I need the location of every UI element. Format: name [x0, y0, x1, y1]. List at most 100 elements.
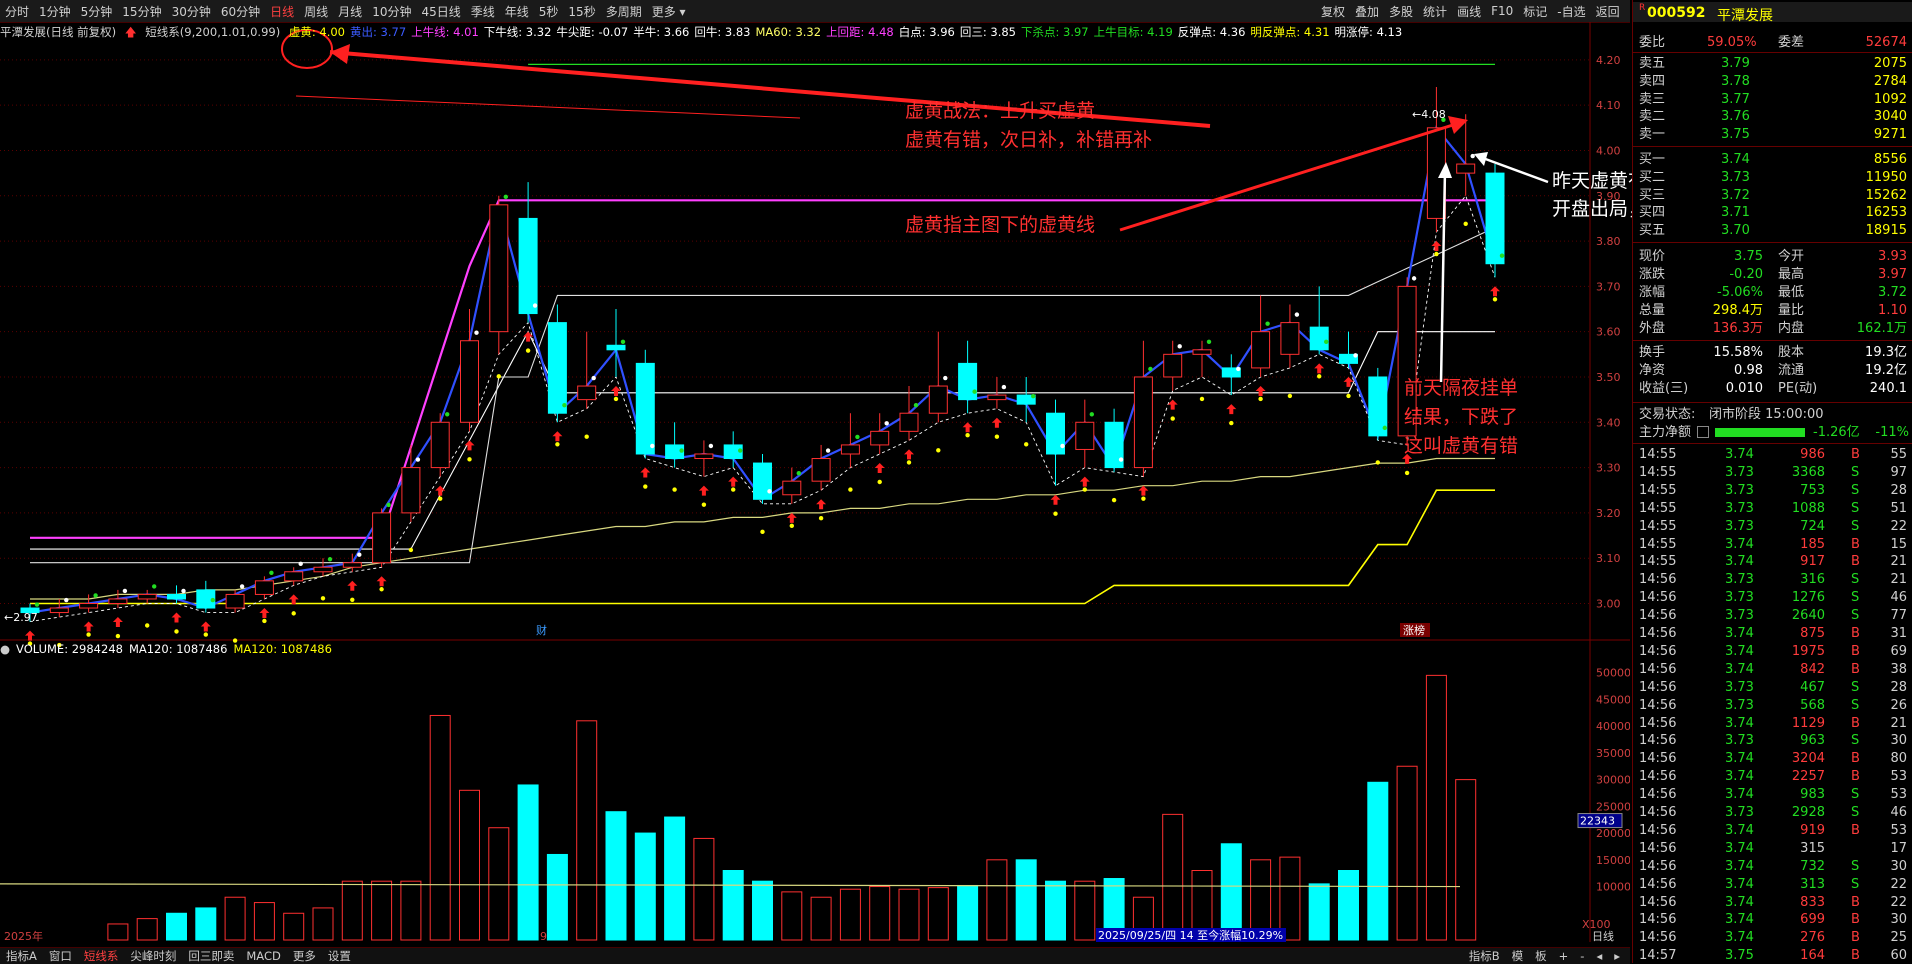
signal-dot: [115, 633, 121, 639]
quote-cell: 316: [1800, 572, 1825, 588]
period-tab[interactable]: 分时: [0, 3, 34, 20]
period-tab[interactable]: 30分钟: [167, 3, 216, 20]
period-tab[interactable]: 年线: [500, 3, 534, 20]
tick-row: 14:55 3.74 917 B 21: [1633, 553, 1912, 570]
signal-dot: [298, 561, 303, 566]
chart-icon[interactable]: [1697, 426, 1709, 438]
quote-cell: 467: [1800, 679, 1825, 695]
quote-cell: 3.74: [1725, 661, 1754, 677]
period-tab[interactable]: 日线: [265, 3, 299, 20]
volume-tick: 20000: [1596, 827, 1630, 840]
quote-cell: 2075: [1873, 56, 1907, 71]
toolbar-button[interactable]: 叠加: [1350, 3, 1384, 20]
toolbar-button[interactable]: 复权: [1316, 3, 1350, 20]
period-tab[interactable]: 60分钟: [216, 3, 265, 20]
period-tab[interactable]: 15秒: [563, 3, 600, 20]
volume-bar: [1308, 883, 1330, 941]
toolbar-button[interactable]: 多股: [1384, 3, 1418, 20]
nav-control[interactable]: ◂: [1590, 949, 1608, 963]
candle-body: [1456, 163, 1476, 174]
period-tab[interactable]: 多周期: [601, 3, 647, 20]
signal-dot: [357, 552, 362, 557]
stock-code[interactable]: 000592: [1647, 5, 1705, 21]
quote-cell: 涨幅: [1639, 285, 1666, 300]
kline-chart[interactable]: ←2.97←4.08财 涨榜 4.204.104.003.903.803.703.…: [0, 22, 1630, 962]
signal-dot: [620, 339, 626, 344]
peak-price-label: ←4.08: [1412, 108, 1446, 121]
period-tab[interactable]: 月线: [333, 3, 367, 20]
signal-dot: [1229, 420, 1234, 426]
toolbar-button[interactable]: 返回: [1591, 3, 1625, 20]
candle-body: [460, 340, 479, 423]
quote-cell: 最高: [1778, 267, 1805, 282]
indicator-tab[interactable]: 短线系: [78, 948, 125, 964]
candle-body: [1309, 326, 1329, 351]
period-tab[interactable]: 45日线: [416, 3, 465, 20]
volume-bar: [312, 907, 334, 941]
quote-cell: 委差: [1778, 35, 1805, 50]
period-tab[interactable]: 5分钟: [76, 3, 118, 20]
nav-control[interactable]: 指标B: [1463, 948, 1506, 964]
indicator-value: 虚黄: 4.00: [288, 25, 345, 39]
indicator-name[interactable]: 短线系(9,200,1.01,0.99): [145, 25, 280, 39]
toolbar-button[interactable]: 画线: [1452, 3, 1486, 20]
signal-dot: [943, 375, 948, 381]
toolbar-button[interactable]: F10: [1486, 4, 1518, 18]
signal-dot: [555, 442, 560, 447]
period-tab[interactable]: 更多 ▾: [647, 3, 691, 20]
candle-body: [518, 217, 538, 315]
signal-dot: [1170, 416, 1175, 421]
period-tab[interactable]: 15分钟: [117, 3, 166, 20]
signal-dot: [708, 443, 714, 449]
quote-cell: 52674: [1865, 35, 1907, 50]
volume-bar: [722, 870, 744, 941]
period-tab[interactable]: 周线: [299, 3, 333, 20]
nav-control[interactable]: +: [1553, 949, 1575, 963]
quote-cell: S: [1851, 876, 1860, 892]
toolbar-button[interactable]: 统计: [1418, 3, 1452, 20]
quote-cell: 主力净额: [1639, 425, 1692, 440]
toolbar-button[interactable]: -自选: [1552, 3, 1590, 20]
indicator-tab[interactable]: 更多: [287, 948, 322, 964]
signal-dot: [181, 588, 186, 594]
stat-row: 净资 0.98 流通 19.2亿: [1633, 362, 1912, 379]
indicator-tab[interactable]: 回三即卖: [182, 948, 240, 964]
period-tab[interactable]: 5秒: [534, 3, 564, 20]
quote-cell: PE(动): [1778, 381, 1818, 396]
toolbar-button[interactable]: 标记: [1518, 3, 1552, 20]
indicator-tab[interactable]: 窗口: [43, 948, 78, 964]
signal-dot: [1023, 442, 1029, 447]
nav-control[interactable]: 板: [1529, 948, 1553, 964]
indicator-tab[interactable]: 指标A: [0, 948, 43, 964]
indicator-tab[interactable]: 设置: [322, 948, 357, 964]
signal-dot: [174, 629, 179, 634]
tick-row: 14:56 3.74 983 S 53: [1633, 786, 1912, 803]
buy-arrow-icon: [25, 630, 35, 641]
nav-control[interactable]: -: [1574, 949, 1590, 963]
volume-bar: [1425, 674, 1447, 941]
period-tab[interactable]: 10分钟: [367, 3, 416, 20]
candle-body: [635, 362, 655, 455]
quote-cell: 21: [1890, 554, 1907, 570]
quote-cell: 3.72: [1878, 285, 1907, 300]
nav-control[interactable]: ▸: [1608, 949, 1626, 963]
stock-title[interactable]: 平潭发展(日线 前复权): [0, 25, 116, 39]
stat-row: 现价 3.75 今开 3.93: [1633, 248, 1912, 265]
range-info: 2025/09/25/四 14 至今涨幅10.29%: [1098, 928, 1283, 942]
signal-dot: [1411, 276, 1417, 281]
main-net-row: 主力净额 -1.26亿 -11%: [1633, 424, 1912, 441]
quote-cell: 17: [1890, 840, 1907, 856]
tick-row: 14:56 3.74 2257 B 53: [1633, 768, 1912, 785]
signal-dot: [145, 623, 150, 628]
period-tab[interactable]: 1分钟: [34, 3, 76, 20]
indicator-tab[interactable]: MACD: [240, 949, 286, 963]
stock-name[interactable]: 平潭发展: [1717, 5, 1773, 25]
period-tab[interactable]: 季线: [466, 3, 500, 20]
signal-dot: [1118, 457, 1124, 462]
indicator-tab[interactable]: 尖峰时刻: [124, 948, 182, 964]
quote-cell: B: [1851, 822, 1860, 838]
quote-cell: 3.78: [1721, 73, 1750, 89]
nav-control[interactable]: 模: [1506, 948, 1530, 964]
tick-row: 14:55 3.74 986 B 55: [1633, 446, 1912, 463]
signal-dot: [415, 457, 421, 462]
